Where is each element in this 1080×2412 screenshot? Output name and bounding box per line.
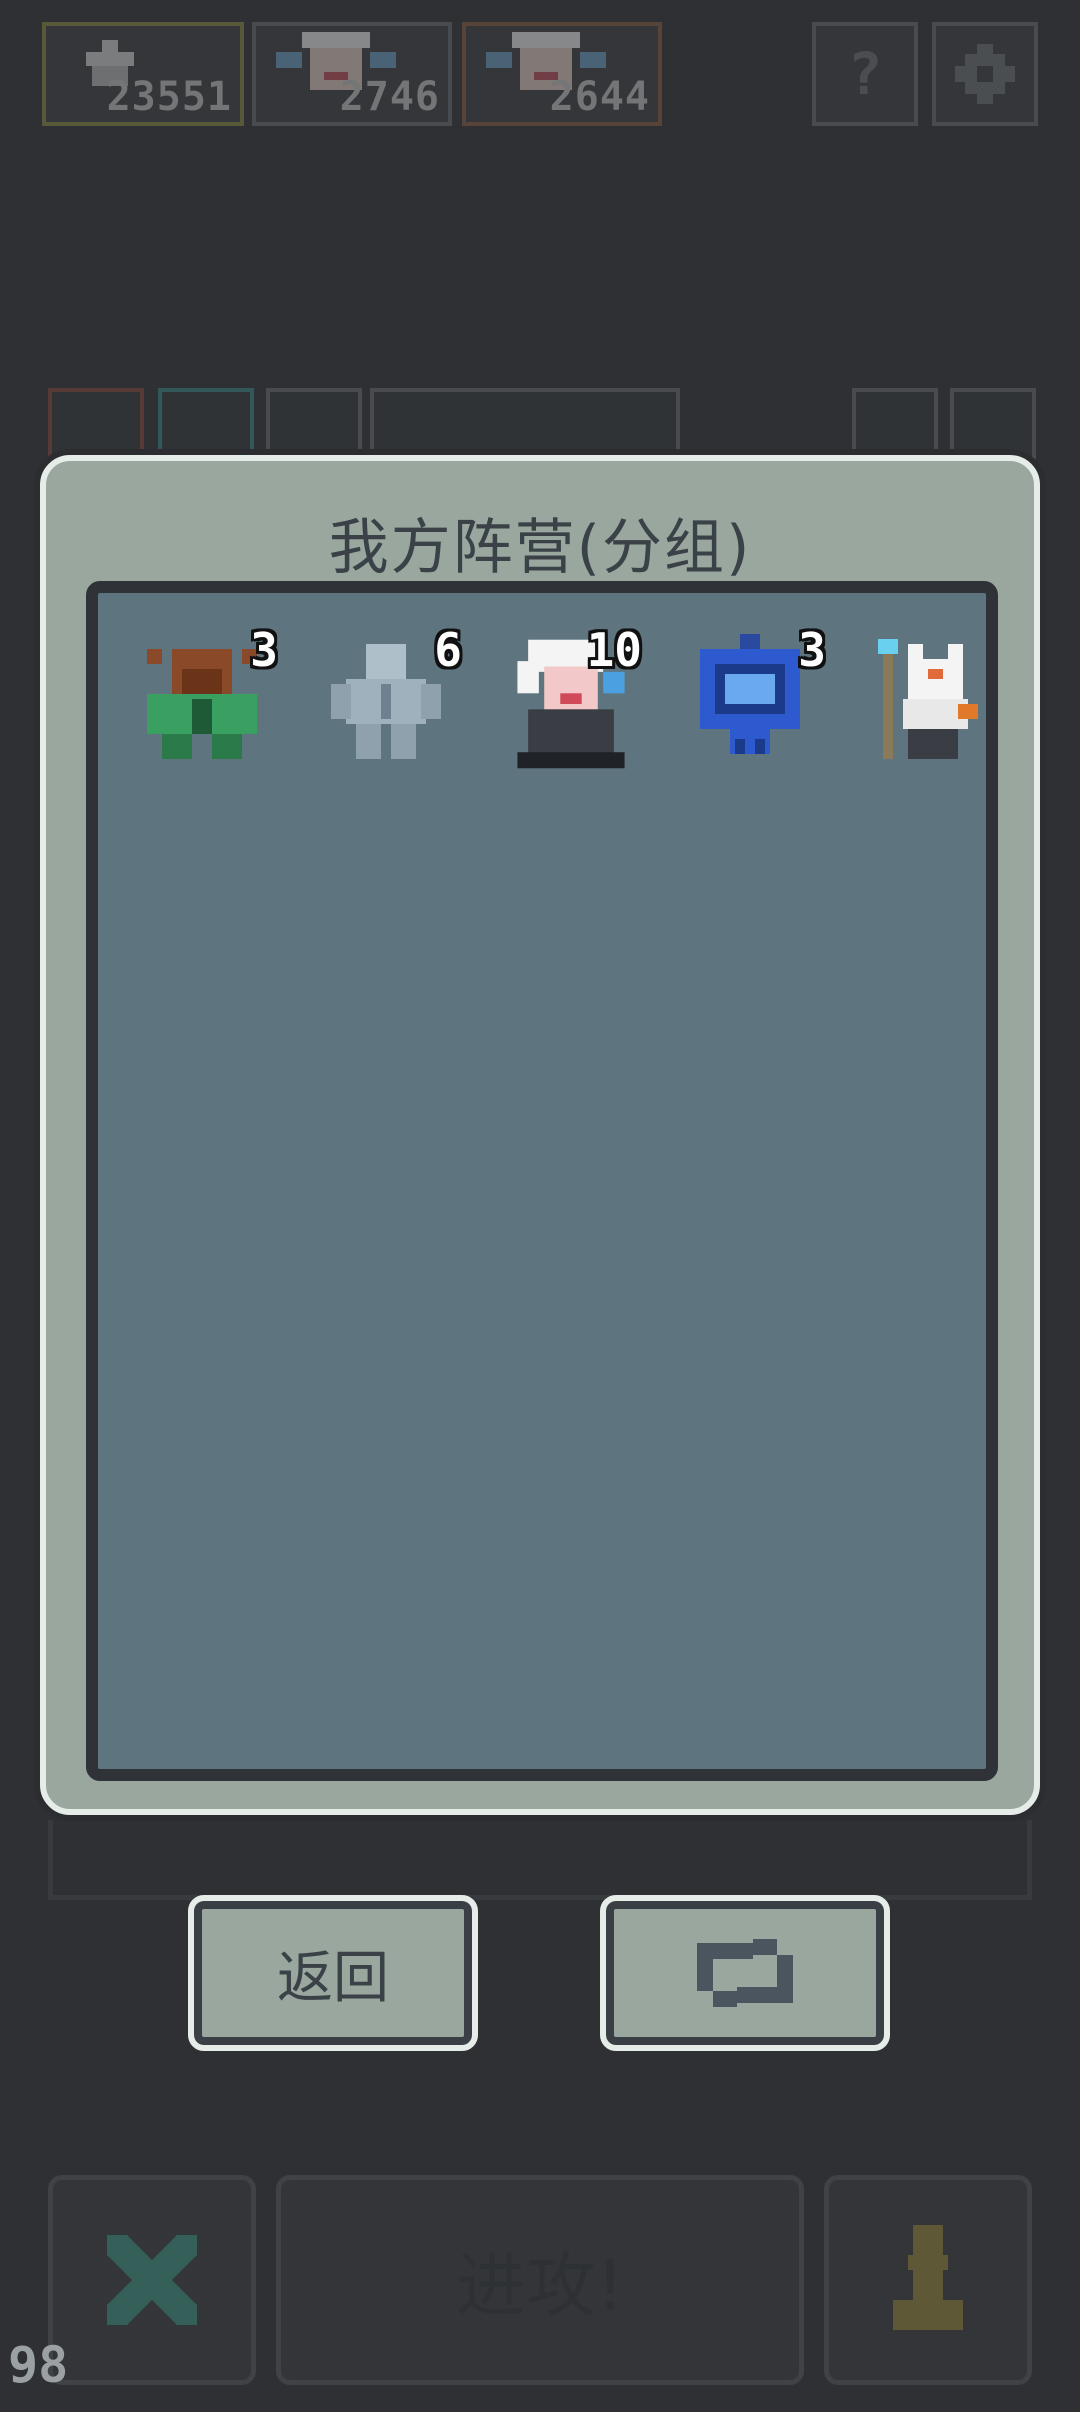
unit-slot-3[interactable]: 10	[496, 623, 642, 769]
unit-count: 3	[798, 623, 826, 677]
camp-modal: 我方阵营(分组) 3 6 10 3	[40, 455, 1040, 1815]
refresh-button[interactable]	[600, 1895, 890, 2051]
settings-button[interactable]	[932, 22, 1038, 126]
attack-label: 进攻!	[455, 2244, 625, 2327]
pawn-button[interactable]	[824, 2175, 1032, 2385]
help-label: ?	[847, 40, 883, 108]
help-button[interactable]: ?	[812, 22, 918, 126]
modal-title: 我方阵营(分组)	[328, 513, 752, 583]
unit-slot-2[interactable]: 6	[316, 623, 462, 769]
cancel-button[interactable]	[48, 2175, 256, 2385]
unit-count: 10	[586, 623, 642, 677]
score-card-hero-1: 2746	[252, 22, 452, 126]
unit-slot-5[interactable]	[858, 629, 998, 769]
unit-count: 6	[434, 623, 462, 677]
hero-1-score: 2746	[339, 74, 440, 120]
white-fox-shaman-icon	[878, 639, 978, 759]
back-button[interactable]: 返回	[188, 1895, 478, 2051]
unit-count: 3	[250, 623, 278, 677]
score-card-hero-2: 2644	[462, 22, 662, 126]
background-shelf	[48, 1820, 1032, 1900]
pawn-icon	[893, 2225, 963, 2330]
unit-slot-1[interactable]: 3	[132, 623, 278, 769]
unit-grid: 3 6 10 3	[86, 581, 998, 1781]
fps-counter: 98	[8, 2336, 69, 2394]
score-card-castle: 23551	[42, 22, 244, 126]
refresh-icon	[697, 1939, 793, 2007]
x-icon	[107, 2235, 197, 2325]
gear-icon	[955, 44, 1015, 104]
attack-button[interactable]: 进攻!	[276, 2175, 804, 2385]
unit-slot-4[interactable]: 3	[680, 623, 826, 769]
back-label: 返回	[277, 1945, 389, 2011]
castle-score: 23551	[106, 74, 232, 120]
hero-2-score: 2644	[549, 74, 650, 120]
